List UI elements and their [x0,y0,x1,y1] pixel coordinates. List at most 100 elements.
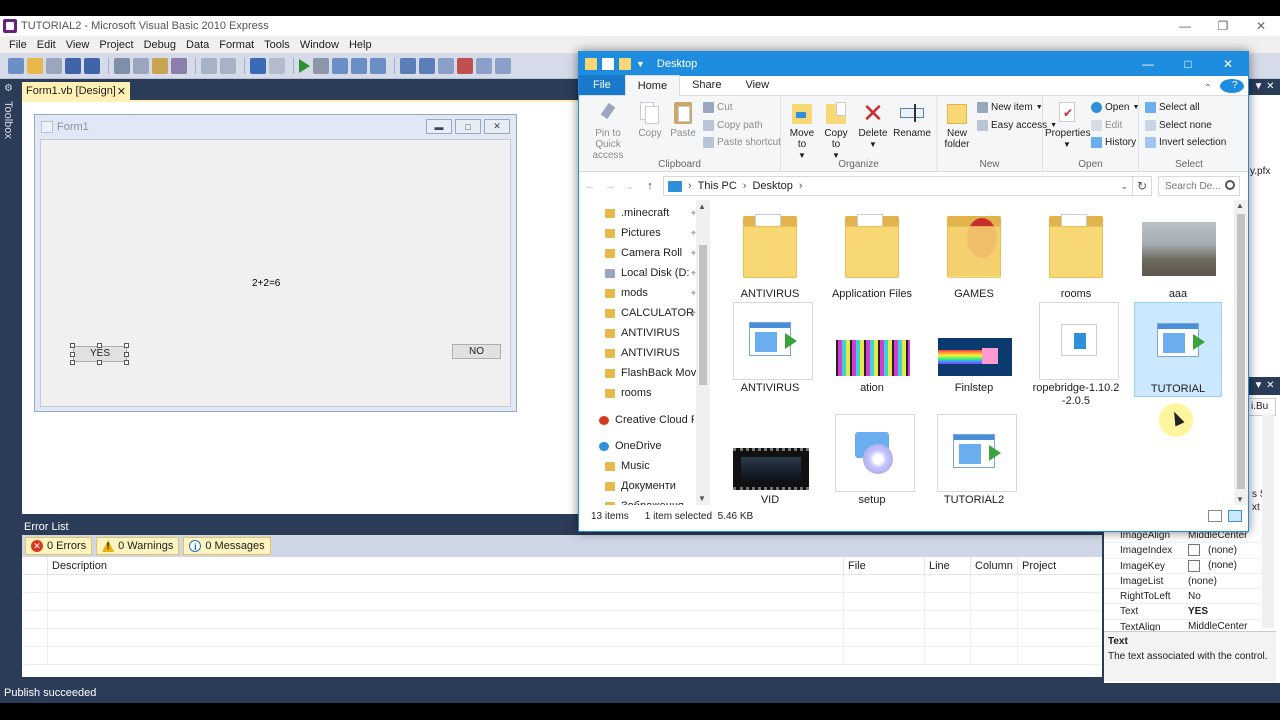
toolbar-options-icon[interactable] [495,57,511,74]
menu-project[interactable]: Project [94,39,138,51]
properties-button[interactable]: ✔ Properties ▼ [1045,100,1091,150]
file-item[interactable]: Application Files [828,208,916,301]
file-item[interactable]: aaa [1134,208,1222,301]
scroll-up-icon[interactable]: ▲ [1236,201,1244,210]
copy-path-button[interactable]: Copy path [703,120,763,131]
toolbox-icon[interactable] [370,57,386,74]
search-input[interactable]: Search De... [1158,176,1240,196]
tab-share[interactable]: Share [680,75,733,95]
toolbox-pin-icon[interactable]: ⚙ [4,83,13,94]
label-2plus2[interactable]: 2+2=6 [252,278,280,289]
invert-selection-button[interactable]: Invert selection [1145,137,1226,148]
nav-item[interactable]: Camera Roll ⌖ [605,243,696,263]
edit-button[interactable]: Edit [1091,120,1122,131]
grid-icon[interactable] [438,57,454,74]
up-arrow-icon[interactable]: ↑ [643,180,657,192]
nav-item[interactable]: Зображення [605,496,696,505]
paste-icon[interactable] [152,57,168,74]
col-project[interactable]: Project [1018,557,1102,574]
paste-shortcut-button[interactable]: Paste shortcut [703,137,781,148]
file-item[interactable]: ANTIVIRUS [726,208,814,301]
save-all-icon[interactable] [84,57,100,74]
refresh-icon[interactable]: ↻ [1132,176,1152,196]
file-item[interactable]: VID [726,414,814,507]
pin-quick-access-button[interactable]: Pin to Quick access [583,100,633,161]
warnings-filter-button[interactable]: ! 0 Warnings [96,537,180,555]
move-to-button[interactable]: Move to ▼ [785,100,819,161]
properties-header-controls[interactable]: ▼ ✕ [1248,377,1280,395]
resize-handle[interactable] [70,352,75,357]
resize-handle[interactable] [70,360,75,365]
file-item[interactable]: Finlstep [930,302,1018,395]
nav-item[interactable]: ANTIVIRUS [605,323,696,343]
nav-item[interactable]: Creative Cloud File [599,410,694,430]
tab-form1-design[interactable]: Form1.vb [Design] ✕ [22,82,130,100]
messages-filter-button[interactable]: i 0 Messages [183,537,271,555]
align-icon[interactable] [400,57,416,74]
properties-window-icon[interactable] [351,57,367,74]
form1-client-area[interactable]: 2+2=6 YES NO [40,139,511,407]
col-description[interactable]: Description [48,557,844,574]
resize-handle[interactable] [97,360,102,365]
nav-item[interactable]: OneDrive [599,436,694,456]
new-folder-quick-icon[interactable] [619,58,631,70]
property-row[interactable]: ImageIndex (none) [1104,543,1276,559]
find-icon[interactable] [171,57,187,74]
menu-window[interactable]: Window [295,39,344,51]
tab-home[interactable]: Home [624,75,681,96]
breadcrumb-this-pc[interactable]: This PC [698,180,737,192]
new-item-button[interactable]: New item ▼ [977,102,1043,113]
restore-icon[interactable]: ❐ [1204,16,1242,36]
nav-item[interactable]: CALCULATOR ⌖ [605,303,696,323]
property-value[interactable]: (none) [1188,559,1237,573]
step-icon[interactable] [313,57,329,74]
explorer-close-icon[interactable]: ✕ [1208,52,1248,76]
file-item[interactable]: ropebridge-1.10.2-2.0.5 [1032,302,1120,408]
cut-icon[interactable] [114,57,130,74]
copy-icon[interactable] [133,57,149,74]
quick-access-dropdown-icon[interactable]: ▼ [636,59,645,69]
nav-item[interactable]: mods ⌖ [605,283,696,303]
property-value[interactable]: No [1188,589,1201,603]
back-arrow-icon[interactable]: ← [583,180,597,192]
add-item-icon[interactable] [46,57,62,74]
menu-view[interactable]: View [61,39,95,51]
property-row[interactable]: ImageList (none) [1104,574,1276,590]
comment-icon[interactable] [201,57,217,74]
address-dropdown-icon[interactable]: ⌄ [1120,181,1128,192]
property-row[interactable]: ImageKey (none) [1104,559,1276,574]
resize-handle[interactable] [124,360,129,365]
file-item[interactable]: ANTIVIRUS [726,302,814,395]
panel-header-controls[interactable]: ▼ ✕ [1248,79,1280,95]
explorer-maximize-icon[interactable]: □ [1168,52,1208,76]
scroll-thumb[interactable] [699,245,707,385]
resize-handle[interactable] [124,352,129,357]
resize-handle[interactable] [70,343,75,348]
property-row[interactable]: Text YES [1104,604,1276,620]
explorer-minimize-icon[interactable]: — [1128,52,1168,76]
address-bar[interactable]: › This PC › Desktop › ⌄ [663,176,1133,196]
select-all-button[interactable]: Select all [1145,102,1200,113]
lock-controls-icon[interactable] [457,57,473,74]
property-value[interactable]: YES [1188,604,1208,618]
copy-button[interactable]: Copy [633,100,667,139]
new-project-icon[interactable] [8,57,24,74]
col-column[interactable]: Column [971,557,1018,574]
property-value[interactable]: (none) [1188,543,1237,557]
tab-file[interactable]: File [579,75,625,95]
nav-item[interactable]: Pictures ⌖ [605,223,696,243]
scroll-up-icon[interactable]: ▲ [698,202,706,211]
paste-button[interactable]: Paste [667,100,699,139]
help-icon[interactable]: ? [1220,79,1244,93]
scroll-thumb[interactable] [1237,214,1245,489]
nav-item[interactable]: .minecraft ⌖ [605,203,696,223]
start-debugging-icon[interactable] [299,58,310,73]
resize-handle[interactable] [124,343,129,348]
file-item[interactable]: TUTORIAL [1134,302,1222,397]
col-file[interactable]: File [844,557,925,574]
cut-button[interactable]: Cut [703,102,733,113]
file-item[interactable]: GAMES [930,208,1018,301]
breadcrumb-desktop[interactable]: Desktop [752,180,792,192]
toolbox-strip[interactable]: ⚙ Toolbox [0,79,17,683]
tab-view[interactable]: View [733,75,781,95]
